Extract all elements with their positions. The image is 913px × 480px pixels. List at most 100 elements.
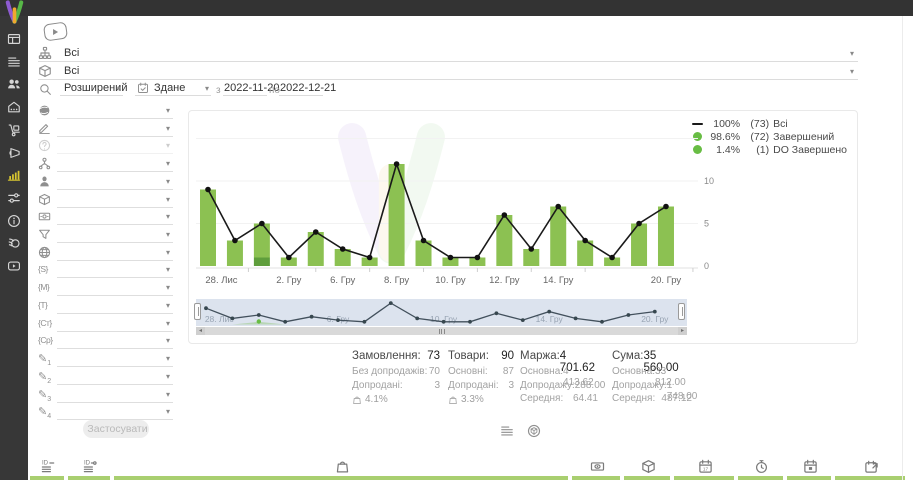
filter-row-pencil2[interactable]: ✎2▾ — [38, 370, 173, 386]
table-row-cell[interactable] — [572, 476, 620, 480]
filter-select-package[interactable]: Всі▾ — [38, 64, 858, 80]
svg-text:20. Гру: 20. Гру — [641, 314, 669, 324]
dropdown-underline — [57, 295, 173, 296]
filter-row-person[interactable]: ▾ — [38, 175, 173, 191]
sidebar-item-company[interactable] — [0, 97, 28, 117]
column-header-banknote-eye[interactable] — [590, 459, 605, 474]
filter-row-brace{M}[interactable]: {M}▾ — [38, 281, 173, 297]
svg-text:ID: ID — [41, 459, 48, 466]
sidebar-item-settings[interactable] — [0, 188, 28, 208]
stat-value: 35 560.00 — [643, 350, 692, 366]
svg-text:5: 5 — [704, 219, 709, 229]
date-to-input[interactable]: 2022-12-21 — [279, 81, 323, 96]
stat-percent-row: 3.3% — [448, 393, 514, 407]
filter-row-question[interactable]: ▾ — [38, 139, 173, 155]
bars-group — [200, 164, 674, 266]
column-header-package[interactable] — [641, 459, 656, 474]
date-field-value: Здане — [154, 82, 185, 94]
users-icon — [7, 77, 21, 91]
brace-text-icon: {Cт} — [38, 318, 52, 328]
table-row-cell[interactable] — [674, 476, 734, 480]
filter-row-package[interactable]: ▾ — [38, 193, 173, 209]
toggle-product-view[interactable] — [527, 424, 541, 438]
chevron-down-icon: ▾ — [205, 85, 209, 93]
sidebar-item-statistics[interactable] — [0, 165, 28, 185]
select-value: Всі — [64, 47, 79, 59]
column-header-bag[interactable] — [335, 459, 350, 474]
toggle-list-view[interactable] — [500, 424, 514, 438]
chart-minimap[interactable]: 28. Лис6. Гру10. Гру14. Гру20. Гру — [196, 299, 687, 326]
sidebar-item-clients[interactable] — [0, 74, 28, 94]
filter-select-sitemap[interactable]: Всі▾ — [38, 46, 858, 62]
stat-title: Замовлення: — [352, 350, 421, 366]
stat-subvalue: 33 812.00 — [655, 366, 692, 380]
globe-icon — [38, 104, 51, 117]
table-row-cell[interactable] — [738, 476, 783, 480]
column-header-id-o[interactable]: ID — [83, 459, 98, 474]
left-sidebar — [0, 16, 28, 480]
table-row-cell[interactable] — [624, 476, 670, 480]
chevron-down-icon: ▾ — [166, 391, 170, 399]
search-mode-select[interactable]: Розширений ▾ — [60, 81, 123, 96]
dropdown-underline — [57, 402, 173, 403]
apply-button[interactable]: Застосувати — [83, 420, 149, 438]
column-header-calendar-export[interactable] — [864, 459, 879, 474]
chevron-down-icon: ▾ — [166, 284, 170, 292]
dropdown-underline — [57, 171, 173, 172]
date-from-input[interactable]: 2022-11-20 — [223, 81, 267, 96]
column-header-timer[interactable] — [754, 459, 769, 474]
column-header-id-asc[interactable]: ID — [41, 459, 56, 474]
trolley-icon — [7, 123, 21, 137]
filter-row-globe[interactable]: ▾ — [38, 104, 173, 120]
sidebar-item-marketing[interactable] — [0, 143, 28, 163]
scroll-left-arrow[interactable]: ◂ — [196, 327, 205, 335]
filter-row-globe-grid[interactable]: ▾ — [38, 246, 173, 262]
table-row-cell[interactable] — [68, 476, 110, 480]
stat-percent: 3.3% — [461, 394, 484, 405]
minimap-right-handle[interactable] — [678, 303, 685, 320]
sidebar-item-support[interactable] — [0, 233, 28, 253]
column-header-calendar[interactable]: 17 — [698, 459, 713, 474]
table-row-cell[interactable] — [30, 476, 64, 480]
legend-text: Завершений — [773, 131, 834, 143]
chevron-down-icon: ▾ — [166, 320, 170, 328]
scroll-right-arrow[interactable]: ▸ — [678, 327, 687, 335]
sidebar-item-info[interactable] — [0, 211, 28, 231]
stat-subrow: Допродані:3 — [448, 380, 514, 394]
date-field-select[interactable]: Здане ▾ — [135, 81, 211, 96]
filter-row-brace{S}[interactable]: {S}▾ — [38, 263, 173, 279]
dropdown-underline — [57, 136, 173, 137]
sidebar-item-orders[interactable] — [0, 52, 28, 72]
filter-row-funnel[interactable]: ▾ — [38, 228, 173, 244]
filter-row-pencil4[interactable]: ✎4▾ — [38, 405, 173, 421]
pencil-icon: ✎3 — [38, 388, 51, 403]
tutorial-video-button[interactable] — [43, 21, 68, 41]
filter-row-pencil3[interactable]: ✎3 ▾ — [38, 388, 173, 404]
sidebar-item-dashboard[interactable] — [0, 29, 28, 49]
sitemap-icon — [38, 46, 52, 60]
table-row-cell[interactable] — [114, 476, 568, 480]
filter-row-brace{Cр}[interactable]: {Cр}▾ — [38, 334, 173, 350]
dashboard-icon — [7, 32, 21, 46]
chevron-down-icon: ▾ — [166, 142, 170, 150]
chevron-down-icon: ▾ — [166, 160, 170, 168]
scrollbar-grip[interactable] — [437, 329, 446, 334]
filter-row-org-chart[interactable]: ▾ — [38, 157, 173, 173]
brace-text-icon: {T} — [38, 300, 47, 310]
filter-row-brace{T}[interactable]: {T}▾ — [38, 299, 173, 315]
table-row-cell[interactable] — [835, 476, 905, 480]
stat-title: Маржа: — [520, 350, 560, 366]
sidebar-item-video[interactable] — [0, 256, 28, 276]
filter-row-brace{Cт}[interactable]: {Cт} ▾ — [38, 317, 173, 333]
table-row-cell[interactable] — [787, 476, 831, 480]
filter-row-signature[interactable]: ▾ — [38, 122, 173, 138]
filter-row-pencil1[interactable]: ✎1▾ — [38, 352, 173, 368]
filter-row-banknote[interactable]: ▾ — [38, 210, 173, 226]
minimap-scrollbar[interactable]: ◂ ▸ — [196, 327, 687, 335]
sidebar-item-supply[interactable] — [0, 120, 28, 140]
package-icon — [38, 193, 51, 206]
app-logo[interactable] — [3, 0, 26, 26]
minimap-left-handle[interactable] — [194, 303, 201, 320]
stat-sublabel: Допродажу: — [612, 380, 667, 394]
column-header-calendar-day[interactable] — [803, 459, 818, 474]
